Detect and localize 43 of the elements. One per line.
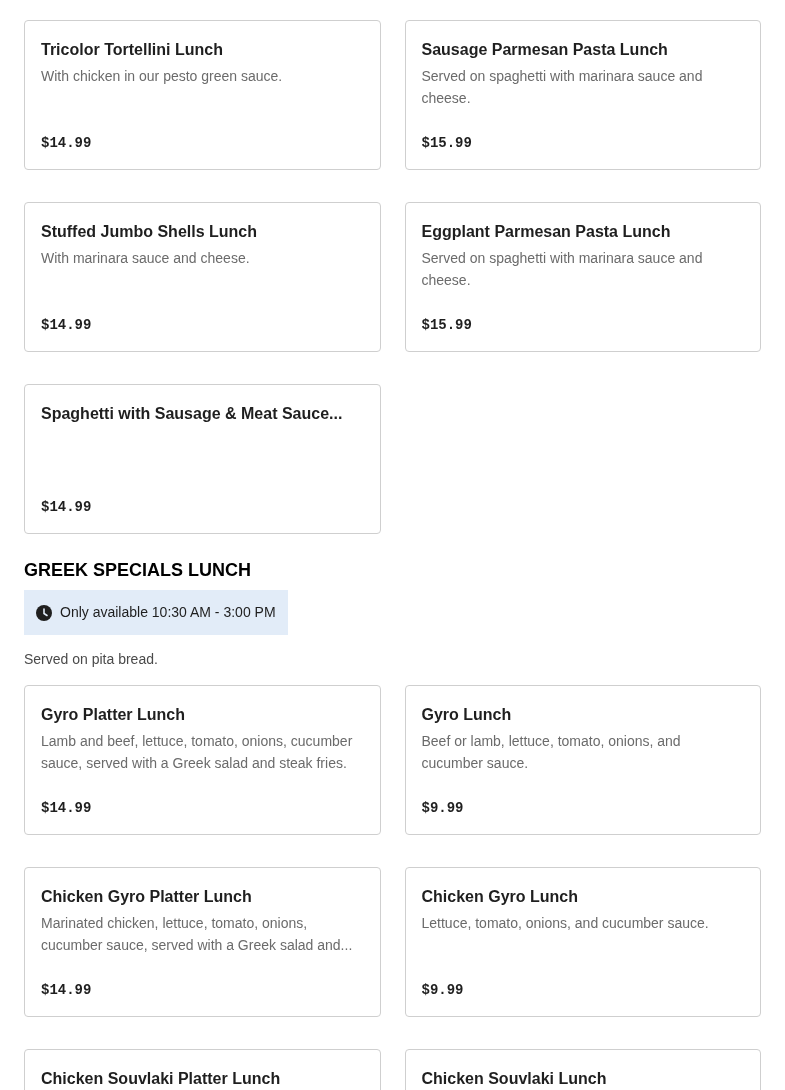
section-note: Served on pita bread. (24, 650, 159, 669)
menu-item-card[interactable]: Chicken Gyro Platter Lunch Marinated chicken, lettuce, tomato, onions, cucumber sauce, served with a Greek salad and... $14.99 (24, 867, 381, 1017)
item-title: Chicken Gyro Platter Lunch (41, 887, 253, 907)
menu-item-card[interactable]: Chicken Gyro Lunch Lettuce, tomato, onions, and cucumber sauce. $9.99 (404, 867, 761, 1017)
item-description: With chicken in our pesto green sauce. (41, 67, 284, 86)
menu-item-card[interactable]: Tricolor Tortellini Lunch With chicken in our pesto green sauce. $14.99 (24, 20, 381, 170)
item-title: Sausage Parmesan Pasta Lunch (421, 40, 669, 60)
menu-item-card[interactable]: Stuffed Jumbo Shells Lunch With marinara sauce and cheese. $14.99 (24, 202, 381, 352)
item-price: $15.99 (421, 316, 473, 335)
item-title: Gyro Lunch (421, 705, 513, 725)
menu-item-card[interactable]: Gyro Platter Lunch Lamb and beef, lettuce, tomato, onions, cucumber sauce, served with a Greek salad and steak fries. $14.99 (24, 685, 381, 835)
item-price: $14.99 (41, 799, 93, 818)
availability-text: Only available 10:30 AM - 3:00 PM (60, 603, 276, 622)
menu-item-card[interactable]: Sausage Parmesan Pasta Lunch Served on spaghetti with marinara sauce and cheese. $15.99 (404, 20, 761, 170)
item-price: $9.99 (421, 799, 465, 818)
menu-item-card[interactable]: Chicken Souvlaki Platter Lunch (24, 1049, 381, 1090)
item-title: Chicken Souvlaki Lunch (421, 1069, 608, 1089)
item-description: Lamb and beef, lettuce, tomato, onions, cucumber sauce, served with a Greek salad and steak fries. (41, 732, 354, 773)
item-price: $9.99 (421, 981, 465, 1000)
item-description: Served on spaghetti with marinara sauce and cheese. (421, 67, 704, 108)
item-price: $15.99 (421, 134, 473, 153)
section-title: GREEK SPECIALS LUNCH (24, 559, 253, 581)
menu-item-card[interactable]: Eggplant Parmesan Pasta Lunch Served on spaghetti with marinara sauce and cheese. $15.99 (404, 202, 761, 352)
menu-item-card[interactable]: Chicken Souvlaki Lunch (404, 1049, 761, 1090)
menu-item-card[interactable]: Gyro Lunch Beef or lamb, lettuce, tomato, onions, and cucumber sauce. $9.99 (404, 685, 761, 835)
item-title: Chicken Gyro Lunch (421, 887, 579, 907)
item-description: Beef or lamb, lettuce, tomato, onions, and cucumber sauce. (421, 732, 682, 773)
item-title: Chicken Souvlaki Platter Lunch (41, 1069, 282, 1089)
item-title: Stuffed Jumbo Shells Lunch (41, 222, 258, 242)
item-price: $14.99 (41, 134, 93, 153)
item-price: $14.99 (41, 316, 93, 335)
clock-icon (36, 604, 52, 621)
item-description: Marinated chicken, lettuce, tomato, onions, cucumber sauce, served with a Greek salad and... (41, 914, 354, 955)
item-description: Lettuce, tomato, onions, and cucumber sauce. (421, 914, 710, 933)
item-title: Spaghetti with Sausage & Meat Sauce... (41, 404, 344, 424)
item-description: With marinara sauce and cheese. (41, 249, 251, 268)
item-title: Tricolor Tortellini Lunch (41, 40, 224, 60)
item-description: Served on spaghetti with marinara sauce and cheese. (421, 249, 704, 290)
menu-item-card[interactable]: Spaghetti with Sausage & Meat Sauce... $14.99 (24, 384, 381, 534)
item-title: Gyro Platter Lunch (41, 705, 187, 725)
item-title: Eggplant Parmesan Pasta Lunch (421, 222, 672, 242)
item-price: $14.99 (41, 498, 93, 517)
item-price: $14.99 (41, 981, 93, 1000)
